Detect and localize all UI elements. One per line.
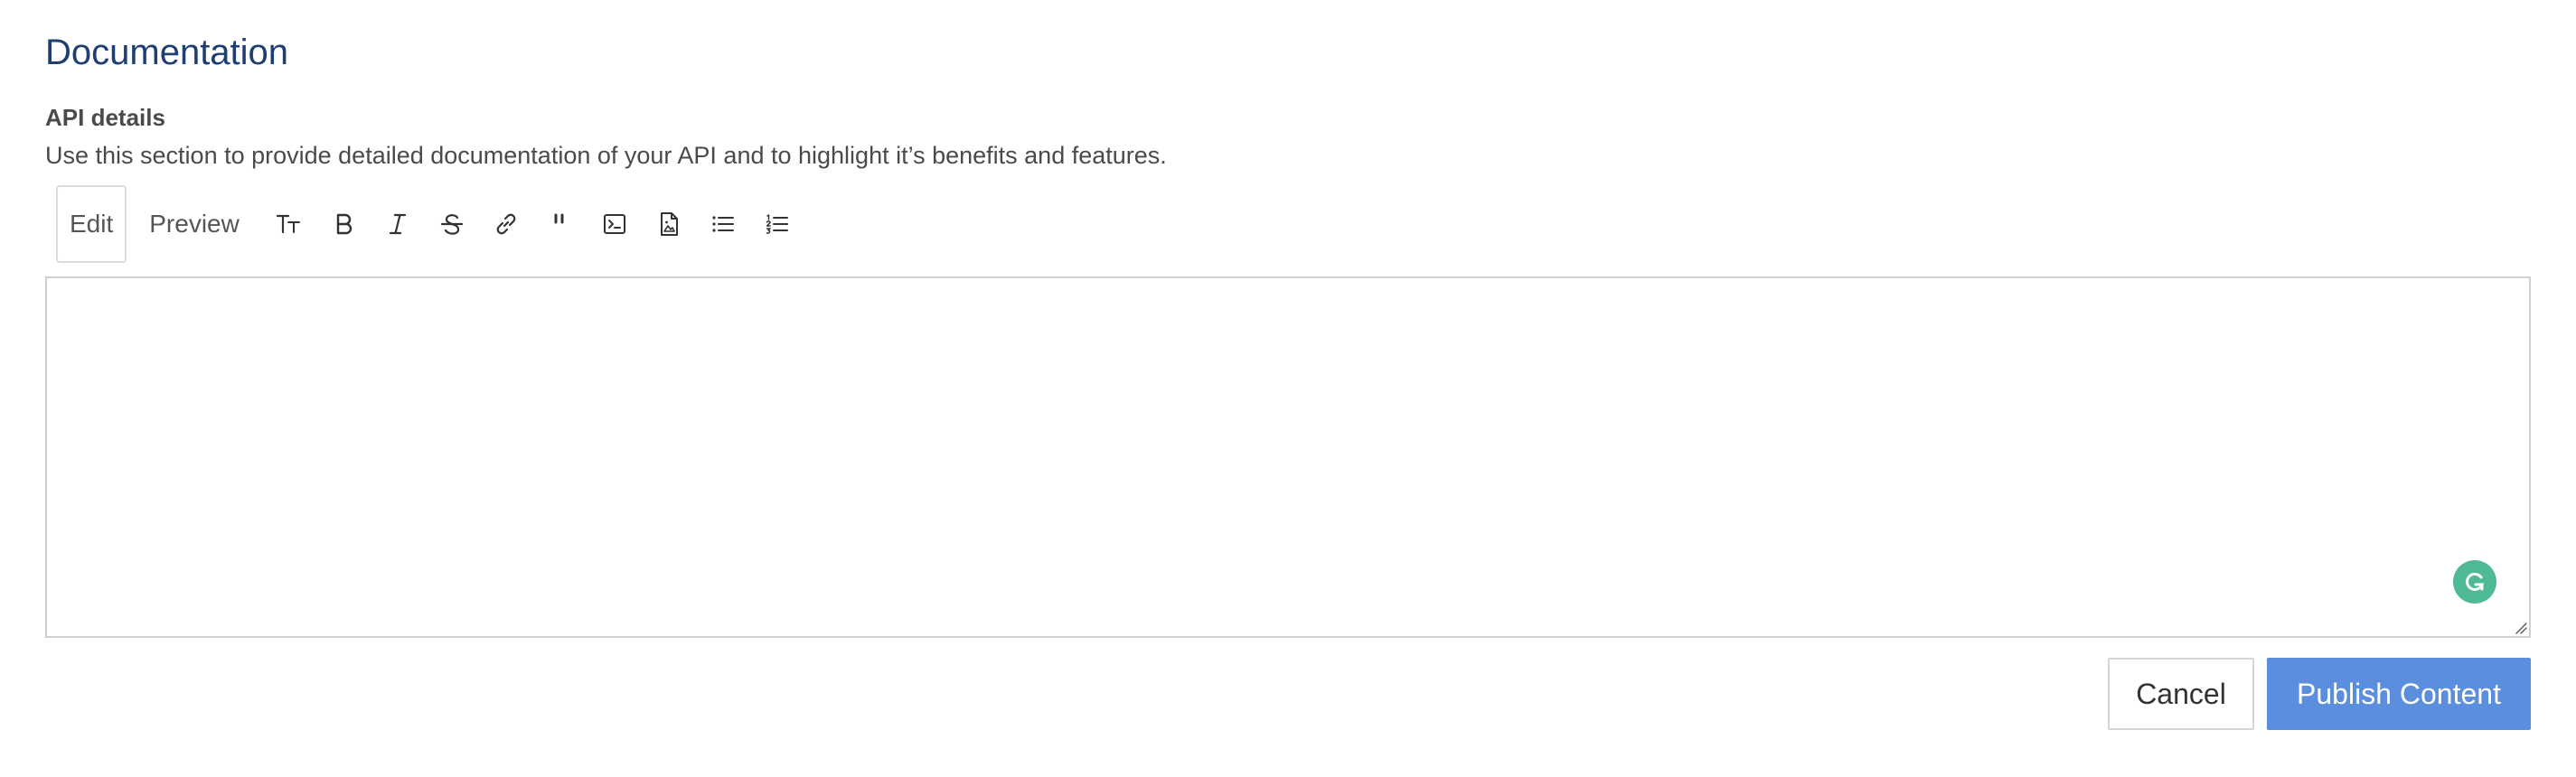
documentation-textarea[interactable] <box>47 278 2529 636</box>
code-icon <box>603 214 625 234</box>
grammarly-button[interactable] <box>2453 560 2496 604</box>
link-icon <box>496 213 516 235</box>
tab-edit[interactable]: Edit <box>56 185 127 263</box>
italic-icon <box>389 213 406 235</box>
text-size-button[interactable] <box>262 197 316 251</box>
publish-content-button[interactable]: Publish Content <box>2267 658 2531 730</box>
numbered-list-icon <box>766 214 788 234</box>
tab-preview[interactable]: Preview <box>137 185 251 263</box>
resize-handle-icon[interactable] <box>2513 620 2527 634</box>
strikethrough-icon <box>440 214 463 235</box>
italic-button[interactable] <box>371 197 425 251</box>
cancel-button[interactable]: Cancel <box>2108 658 2254 730</box>
section-title: Documentation <box>45 33 289 72</box>
image-button[interactable] <box>642 197 696 251</box>
documentation-page: Documentation API details Use this secti… <box>0 0 2576 777</box>
code-button[interactable] <box>588 197 642 251</box>
text-size-icon <box>276 214 300 234</box>
markdown-editor <box>45 276 2531 638</box>
numbered-list-button[interactable] <box>750 197 804 251</box>
strikethrough-button[interactable] <box>425 197 479 251</box>
editor-toolbar: Edit Preview <box>56 184 804 264</box>
image-icon <box>660 212 678 236</box>
bulleted-list-icon <box>712 216 734 232</box>
field-help-text: Use this section to provide detailed doc… <box>45 142 1167 169</box>
bulleted-list-button[interactable] <box>696 197 750 251</box>
bold-icon <box>336 213 352 235</box>
link-button[interactable] <box>479 197 533 251</box>
quote-icon <box>554 213 564 224</box>
field-label: API details <box>45 104 165 131</box>
grammarly-icon <box>2466 572 2485 591</box>
quote-button[interactable] <box>533 197 588 251</box>
bold-button[interactable] <box>316 197 371 251</box>
